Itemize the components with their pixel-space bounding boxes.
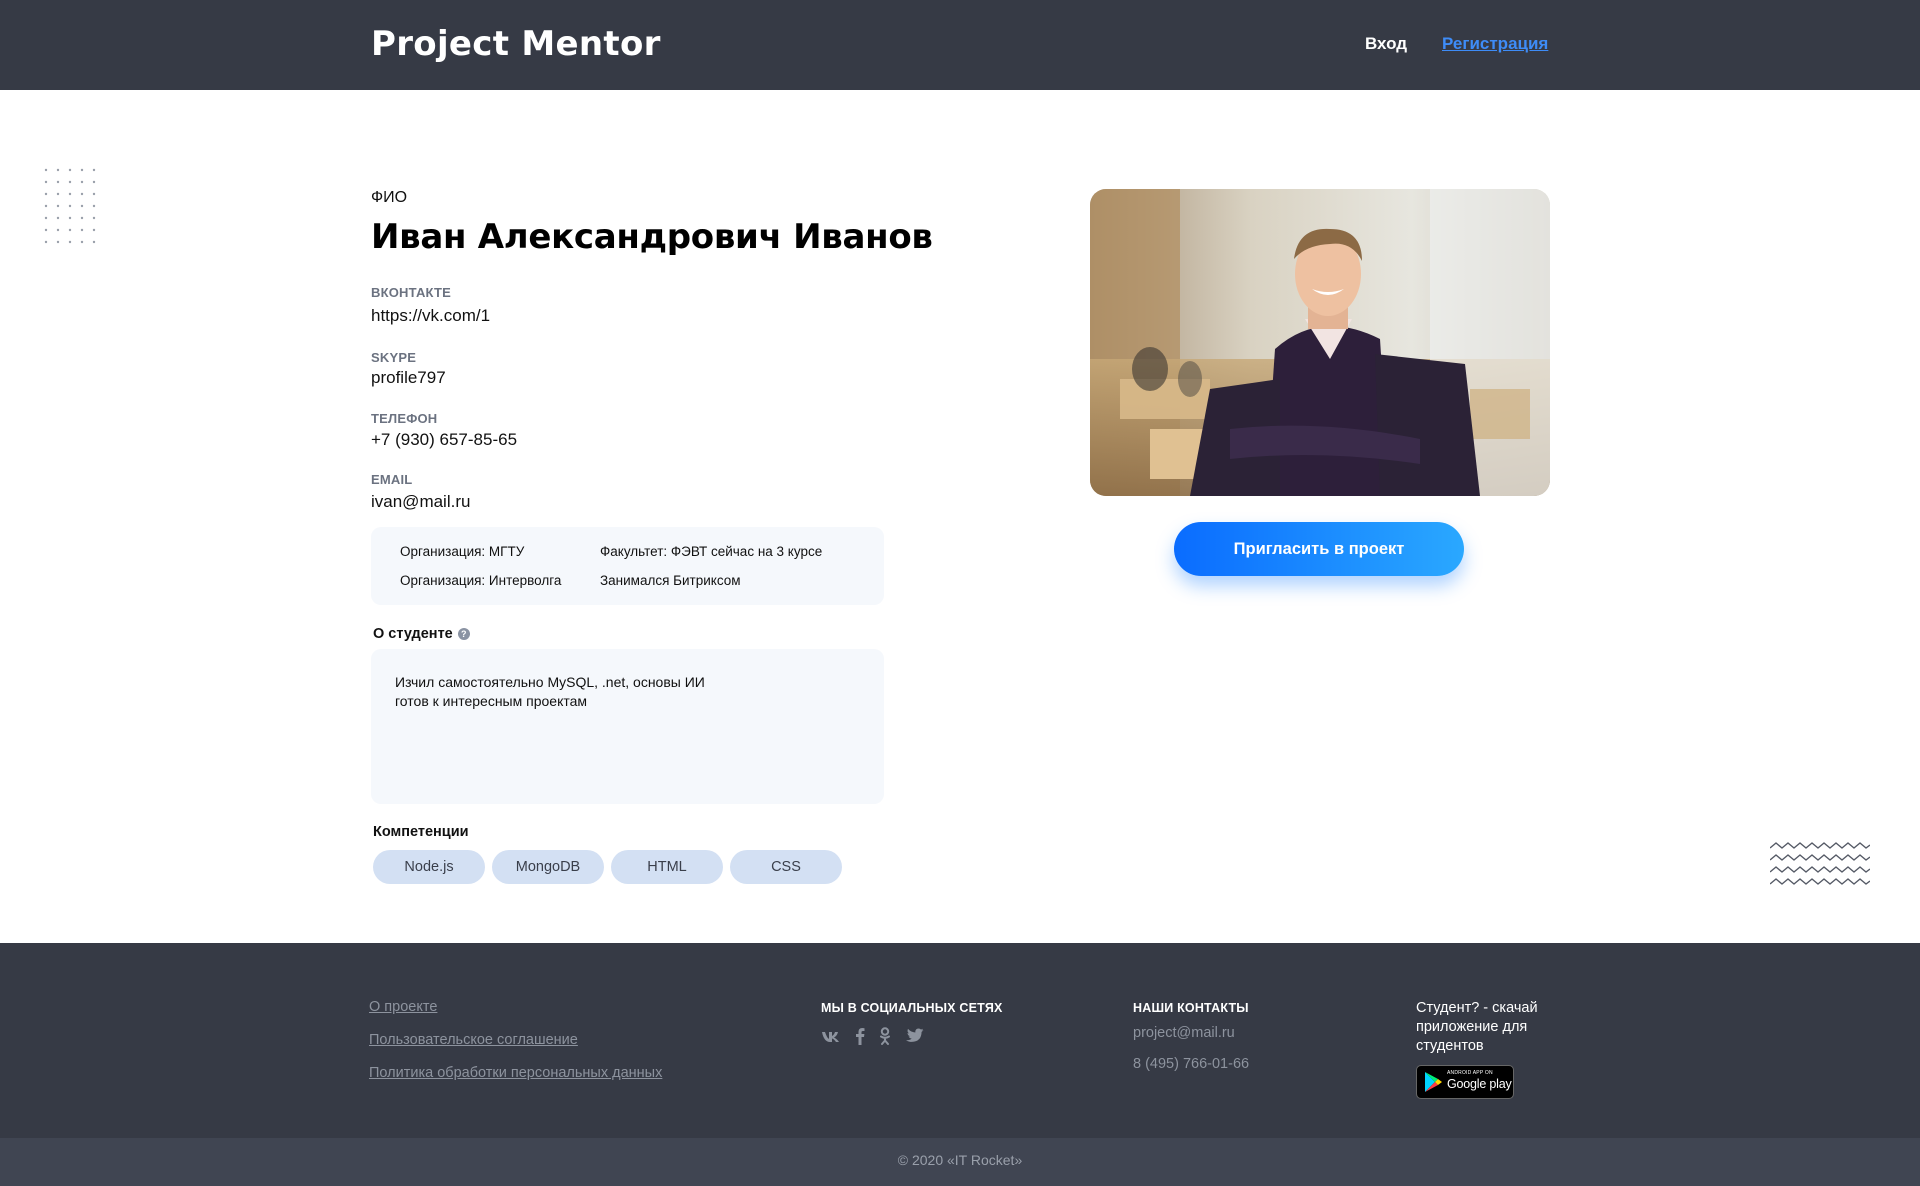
about-line: Изчил самостоятельно MySQL, .net, основы…: [395, 674, 705, 690]
skills-list: Node.js MongoDB HTML CSS: [373, 850, 842, 884]
about-student-title: О студенте ?: [373, 626, 470, 642]
phone-label: ТЕЛЕФОН: [371, 411, 438, 426]
help-icon[interactable]: ?: [457, 628, 470, 640]
skill-chip: Node.js: [373, 850, 485, 884]
skype-value: profile797: [371, 368, 446, 387]
decorative-zigzag-icon: [1770, 842, 1870, 885]
copyright: © 2020 «IT Rocket»: [897, 1152, 1023, 1168]
footer-link-privacy[interactable]: Политика обработки персональных данных: [369, 1065, 662, 1081]
organization-detail: Занимался Битриксом: [600, 573, 741, 588]
google-play-icon: [1425, 1072, 1442, 1092]
footer-link-agreement[interactable]: Пользовательское соглашение: [369, 1032, 578, 1048]
skill-chip: HTML: [611, 850, 723, 884]
footer: [0, 943, 1920, 1138]
login-link[interactable]: Вход: [1365, 34, 1407, 54]
organizations-box: Организация: МГТУ Факультет: ФЭВТ сейчас…: [371, 527, 884, 605]
twitter-icon[interactable]: [905, 1028, 924, 1049]
organization-detail: Факультет: ФЭВТ сейчас на 3 курсе: [600, 544, 823, 559]
student-name: Иван Александрович Иванов: [371, 217, 933, 257]
fio-label: ФИО: [371, 189, 408, 206]
social-heading: МЫ В СОЦИАЛЬНЫХ СЕТЯХ: [821, 1001, 1003, 1015]
top-navbar: Project Mentor Вход Регистрация: [0, 0, 1920, 90]
register-link[interactable]: Регистрация: [1442, 34, 1548, 54]
decorative-dots-icon: [44, 168, 96, 244]
student-photo: [1090, 189, 1550, 496]
facebook-icon[interactable]: [855, 1027, 865, 1050]
organization-item: Организация: МГТУ: [400, 544, 525, 559]
vk-icon[interactable]: [821, 1030, 841, 1048]
contact-email[interactable]: project@mail.ru: [1133, 1025, 1235, 1041]
app-promo-text: Студент? - скачай приложение для студент…: [1416, 1000, 1538, 1054]
email-label: EMAIL: [371, 472, 413, 487]
vk-value[interactable]: https://vk.com/1: [371, 306, 490, 326]
gplay-small-text: ANDROID APP ON: [1447, 1070, 1493, 1076]
gplay-big-text: Google play: [1447, 1077, 1512, 1091]
skills-title: Компетенции: [373, 824, 469, 840]
skill-chip: CSS: [730, 850, 842, 884]
google-play-badge[interactable]: ANDROID APP ON Google play: [1416, 1065, 1514, 1099]
contact-phone[interactable]: 8 (495) 766-01-66: [1133, 1056, 1249, 1072]
footer-link-about[interactable]: О проекте: [369, 999, 437, 1015]
about-student-box: Изчил самостоятельно MySQL, .net, основы…: [371, 649, 884, 804]
email-value: ivan@mail.ru: [371, 492, 471, 511]
skill-chip: MongoDB: [492, 850, 604, 884]
phone-value: +7 (930) 657-85-65: [371, 430, 518, 449]
skype-label: SKYPE: [371, 350, 417, 365]
about-line: готов к интересным проектам: [395, 693, 588, 709]
odnoklassniki-icon[interactable]: [879, 1027, 891, 1050]
brand-logo[interactable]: Project Mentor: [371, 24, 661, 64]
invite-to-project-button[interactable]: Пригласить в проект: [1174, 522, 1464, 576]
contacts-heading: НАШИ КОНТАКТЫ: [1133, 1001, 1249, 1015]
about-student-label: О студенте: [373, 626, 453, 642]
social-icons: [821, 1027, 924, 1050]
vk-label: ВКОНТАКТЕ: [371, 285, 452, 300]
organization-item: Организация: Интерволга: [400, 573, 562, 588]
